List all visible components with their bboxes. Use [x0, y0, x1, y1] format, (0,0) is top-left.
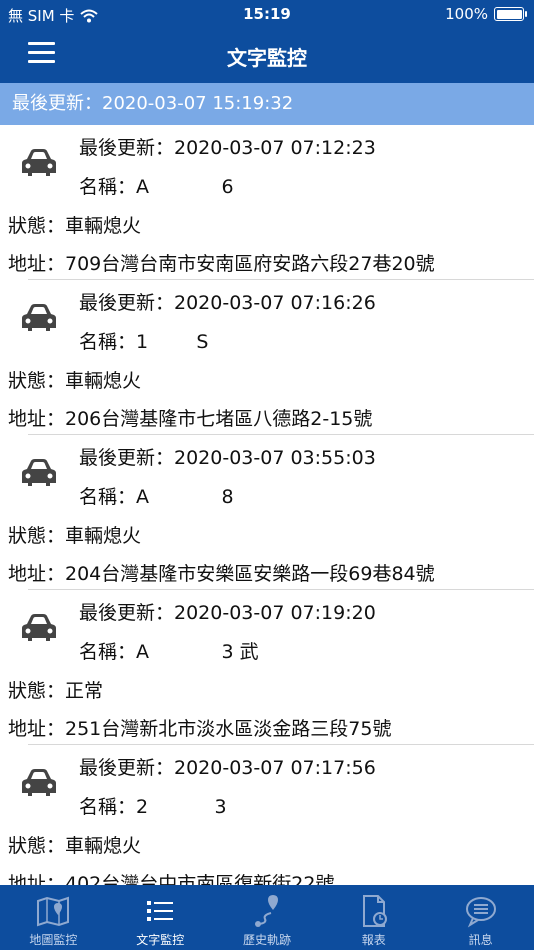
vehicle-item[interactable]: 最後更新：2020-03-07 07:17:56 名稱：2 3 狀態：車輛熄火 …	[0, 745, 534, 885]
vehicle-item[interactable]: 最後更新：2020-03-07 07:19:20 名稱：A 3 武 狀態：正常 …	[0, 590, 534, 745]
vehicle-name: 名稱：A 8	[79, 486, 234, 508]
tab-label: 報表	[361, 933, 386, 947]
message-icon	[465, 897, 496, 928]
battery-percent: 100%	[445, 5, 488, 23]
route-icon	[254, 895, 278, 927]
vehicle-updated: 最後更新：2020-03-07 03:55:03	[79, 447, 376, 469]
tab-bar: 地圖監控 文字監控 歷史軌跡 報表 訊息	[0, 885, 534, 950]
tab-report[interactable]: 報表	[320, 885, 427, 950]
vehicle-address: 地址：709台灣台南市安南區府安路六段27巷20號	[8, 253, 435, 275]
vehicle-address: 地址：402台灣台中市南區復新街22號	[8, 873, 335, 885]
vehicle-updated: 最後更新：2020-03-07 07:19:20	[79, 602, 376, 624]
vehicle-updated: 最後更新：2020-03-07 07:16:26	[79, 292, 376, 314]
vehicle-item[interactable]: 最後更新：2020-03-07 07:12:23 名稱：A 6 狀態：車輛熄火 …	[0, 125, 534, 280]
vehicle-name: 名稱：2 3	[79, 796, 227, 818]
vehicle-name: 名稱：1 S	[79, 331, 209, 353]
vehicle-list[interactable]: 最後更新：2020-03-07 07:12:23 名稱：A 6 狀態：車輛熄火 …	[0, 125, 534, 885]
tab-label: 歷史軌跡	[242, 933, 291, 947]
vehicle-updated: 最後更新：2020-03-07 07:17:56	[79, 757, 376, 779]
tab-map-monitor[interactable]: 地圖監控	[0, 885, 107, 950]
vehicle-item[interactable]: 最後更新：2020-03-07 07:16:26 名稱：1 S 狀態：車輛熄火 …	[0, 280, 534, 435]
car-icon	[22, 614, 56, 641]
nav-bar: 文字監控	[0, 28, 534, 83]
vehicle-status: 狀態：正常	[8, 680, 104, 702]
report-icon	[362, 895, 387, 927]
car-icon	[22, 459, 56, 486]
vehicle-address: 地址：206台灣基隆市七堵區八德路2-15號	[8, 408, 373, 430]
page-title: 文字監控	[227, 46, 307, 70]
battery-info: 100%	[445, 5, 527, 23]
car-icon	[22, 769, 56, 796]
vehicle-name: 名稱：A 6	[79, 176, 234, 198]
vehicle-status: 狀態：車輛熄火	[8, 370, 142, 392]
map-icon	[37, 896, 70, 927]
vehicle-status: 狀態：車輛熄火	[8, 525, 142, 547]
vehicle-status: 狀態：車輛熄火	[8, 215, 142, 237]
car-icon	[22, 149, 56, 176]
list-icon	[147, 901, 174, 921]
vehicle-status: 狀態：車輛熄火	[8, 835, 142, 857]
last-update-banner: 最後更新：2020-03-07 15:19:32	[0, 83, 534, 125]
vehicle-address: 地址：204台灣基隆市安樂區安樂路一段69巷84號	[8, 563, 435, 585]
battery-icon	[494, 7, 527, 21]
tab-history-track[interactable]: 歷史軌跡	[214, 885, 321, 950]
status-bar: 無 SIM 卡 15:19 100%	[0, 0, 534, 28]
vehicle-updated: 最後更新：2020-03-07 07:12:23	[79, 137, 376, 159]
tab-label: 文字監控	[136, 933, 185, 947]
tab-label: 地圖監控	[29, 933, 78, 947]
tab-message[interactable]: 訊息	[427, 885, 534, 950]
tab-label: 訊息	[468, 933, 493, 947]
vehicle-address: 地址：251台灣新北市淡水區淡金路三段75號	[8, 718, 392, 740]
vehicle-item[interactable]: 最後更新：2020-03-07 03:55:03 名稱：A 8 狀態：車輛熄火 …	[0, 435, 534, 590]
car-icon	[22, 304, 56, 331]
tab-text-monitor[interactable]: 文字監控	[107, 885, 214, 950]
vehicle-name: 名稱：A 3 武	[79, 641, 259, 663]
